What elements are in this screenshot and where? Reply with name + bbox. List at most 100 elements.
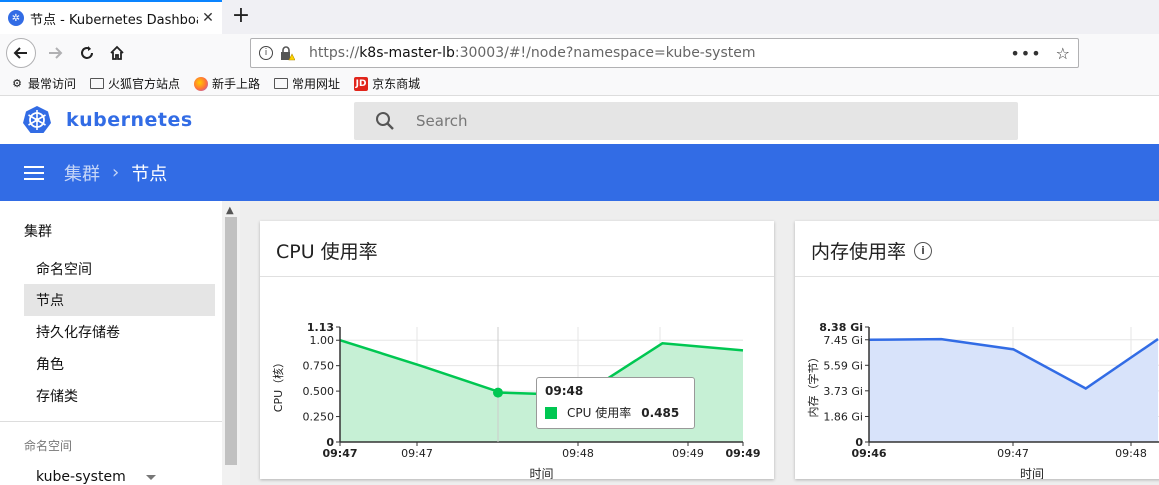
sidebar-scrollbar[interactable]: ▲ bbox=[222, 201, 240, 485]
sidebar-item-label: 存储类 bbox=[36, 389, 78, 405]
cpu-card-title: CPU 使用率 bbox=[276, 241, 378, 263]
bookmark-most-visited[interactable]: ⚙ 最常访问 bbox=[10, 75, 76, 92]
bookmark-label: 火狐官方站点 bbox=[108, 77, 181, 91]
x-axis-label: 时间 bbox=[1020, 467, 1044, 479]
scroll-up-icon[interactable]: ▲ bbox=[226, 205, 234, 216]
sidebar-divider bbox=[0, 421, 222, 422]
sidebar-item-label: 持久化存储卷 bbox=[36, 325, 120, 341]
forward-button[interactable] bbox=[40, 38, 70, 68]
toolbar-breadcrumb-bar: 集群 › 节点 bbox=[0, 144, 1159, 201]
bookmark-label: 常用网址 bbox=[292, 77, 341, 91]
sidebar-item-storage-classes[interactable]: 存储类 bbox=[24, 380, 215, 412]
x-tick-label: 09:46 bbox=[851, 447, 886, 460]
kubernetes-favicon-icon: ✲ bbox=[8, 10, 24, 26]
chart-tooltip: 09:48 CPU 使用率 0.485 bbox=[536, 377, 695, 429]
y-tick-label: 5.59 Gi bbox=[823, 359, 863, 372]
y-tick-label: 3.73 Gi bbox=[823, 385, 863, 398]
y-tick-label: 0.750 bbox=[303, 360, 335, 373]
url-bar[interactable]: i https://k8s-master-lb:30003/#!/node?na… bbox=[250, 38, 1079, 68]
tooltip-time: 09:48 bbox=[545, 384, 584, 398]
folder-icon bbox=[274, 77, 289, 91]
folder-icon bbox=[90, 77, 105, 91]
x-tick-label: 09:49 bbox=[725, 447, 760, 460]
page-actions-icon[interactable]: ••• bbox=[1010, 44, 1041, 63]
reload-icon bbox=[81, 46, 93, 59]
bookmarks-toolbar: ⚙ 最常访问 火狐官方站点 新手上路 常用网址 JD 京东商城 bbox=[0, 72, 1159, 96]
x-tick-label: 09:48 bbox=[1115, 447, 1147, 460]
sidebar-item-label: 角色 bbox=[36, 357, 64, 373]
kubernetes-logo-icon[interactable] bbox=[22, 105, 52, 135]
tooltip-row: CPU 使用率 0.485 bbox=[545, 404, 686, 421]
x-tick-label: 09:49 bbox=[672, 447, 704, 460]
info-icon[interactable]: i bbox=[259, 46, 273, 60]
y-tick-label: 1.86 Gi bbox=[823, 410, 863, 423]
sidebar-item-namespaces[interactable]: 命名空间 bbox=[24, 253, 215, 285]
x-tick-label: 09:47 bbox=[997, 447, 1029, 460]
home-button[interactable] bbox=[102, 38, 132, 68]
bookmark-common-sites[interactable]: 常用网址 bbox=[274, 75, 340, 92]
breadcrumb-parent-link[interactable]: 集群 bbox=[64, 160, 100, 186]
url-text: https://k8s-master-lb:30003/#!/node?name… bbox=[309, 45, 1010, 61]
jd-icon: JD bbox=[354, 76, 369, 91]
area-fill bbox=[869, 339, 1158, 442]
memory-card-title: 内存使用率 bbox=[811, 241, 907, 263]
gear-icon: ⚙ bbox=[12, 77, 22, 90]
namespace-select[interactable]: kube-system bbox=[36, 469, 156, 485]
tooltip-value: 0.485 bbox=[641, 405, 680, 420]
brand-name[interactable]: kubernetes bbox=[66, 109, 193, 131]
search-box[interactable]: Search bbox=[354, 102, 1018, 140]
insecure-lock-icon[interactable] bbox=[279, 45, 296, 61]
y-tick-label: 8.38 Gi bbox=[819, 321, 863, 334]
x-tick-label: 09:47 bbox=[401, 447, 433, 460]
bookmark-firefox-site[interactable]: 火狐官方站点 bbox=[90, 75, 180, 92]
close-tab-icon[interactable]: ✕ bbox=[200, 10, 216, 26]
bookmark-star-icon[interactable]: ☆ bbox=[1056, 44, 1070, 63]
y-axis-label: CPU（核） bbox=[271, 357, 285, 412]
arrow-right-icon bbox=[49, 47, 63, 59]
tab-title: 节点 - Kubernetes Dashboard bbox=[30, 12, 198, 28]
browser-tab[interactable]: ✲ 节点 - Kubernetes Dashboard ✕ bbox=[0, 0, 222, 34]
search-input[interactable]: Search bbox=[416, 112, 468, 130]
sidebar-item-nodes[interactable]: 节点 bbox=[24, 284, 215, 316]
tooltip-series-name: CPU 使用率 bbox=[567, 406, 632, 420]
namespace-select-value: kube-system bbox=[36, 469, 126, 485]
sidebar-item-label: 命名空间 bbox=[36, 262, 92, 278]
info-icon[interactable]: i bbox=[914, 241, 933, 260]
reload-button[interactable] bbox=[72, 38, 102, 68]
bookmark-label: 最常访问 bbox=[28, 77, 77, 91]
sidebar-heading-cluster[interactable]: 集群 bbox=[24, 221, 52, 241]
bookmark-getting-started[interactable]: 新手上路 bbox=[194, 75, 260, 92]
cpu-usage-chart[interactable]: 00.2500.5000.7501.001.1309:47 09:47 09:48 0… bbox=[260, 277, 774, 479]
search-icon bbox=[374, 110, 396, 132]
x-axis-label: 时间 bbox=[529, 467, 553, 479]
chevron-down-icon bbox=[146, 474, 156, 480]
namespace-heading: 命名空间 bbox=[24, 439, 73, 453]
legend-swatch bbox=[545, 406, 557, 419]
y-tick-label: 1.13 bbox=[307, 321, 334, 334]
scrollbar-thumb[interactable] bbox=[225, 217, 237, 465]
back-button[interactable] bbox=[6, 38, 36, 68]
cpu-usage-card: CPU 使用率 0 0.250 0.500 0.750 1.00 1.13 09:47 09:… bbox=[260, 221, 774, 479]
app-header: kubernetes Search bbox=[0, 97, 1159, 144]
card-title: CPU 使用率 bbox=[276, 237, 378, 264]
sidebar-item-persistent-volumes[interactable]: 持久化存储卷 bbox=[24, 316, 215, 348]
y-axis-label: 内存（字节） bbox=[806, 352, 820, 418]
hamburger-menu-icon[interactable] bbox=[24, 165, 44, 180]
sidebar-item-roles[interactable]: 角色 bbox=[24, 348, 215, 380]
breadcrumb-current: 节点 bbox=[131, 163, 168, 185]
browser-tab-strip: ✲ 节点 - Kubernetes Dashboard ✕ + bbox=[0, 0, 1159, 34]
firefox-icon bbox=[194, 76, 209, 91]
card-title: 内存使用率 i bbox=[811, 237, 933, 264]
memory-usage-chart[interactable]: 01.86 Gi3.73 Gi5.59 Gi7.45 Gi8.38 Gi09:4… bbox=[795, 277, 1159, 479]
arrow-left-icon bbox=[13, 47, 27, 59]
bookmark-jd[interactable]: JD 京东商城 bbox=[354, 75, 420, 92]
y-tick-label: 0.500 bbox=[303, 385, 335, 398]
sidebar: 集群 命名空间 节点 持久化存储卷 角色 存储类 命名空间 kube-syste… bbox=[0, 201, 222, 485]
new-tab-button[interactable]: + bbox=[230, 4, 252, 28]
x-tick-label: 09:48 bbox=[562, 447, 594, 460]
breadcrumb-separator: › bbox=[112, 162, 120, 183]
y-tick-label: 7.45 Gi bbox=[823, 334, 863, 347]
bookmark-label: 京东商城 bbox=[372, 77, 421, 91]
main-content: CPU 使用率 0 0.250 0.500 0.750 1.00 1.13 09:47 09:… bbox=[240, 201, 1159, 485]
url-path: :30003/#!/node?namespace=kube-system bbox=[454, 45, 756, 61]
